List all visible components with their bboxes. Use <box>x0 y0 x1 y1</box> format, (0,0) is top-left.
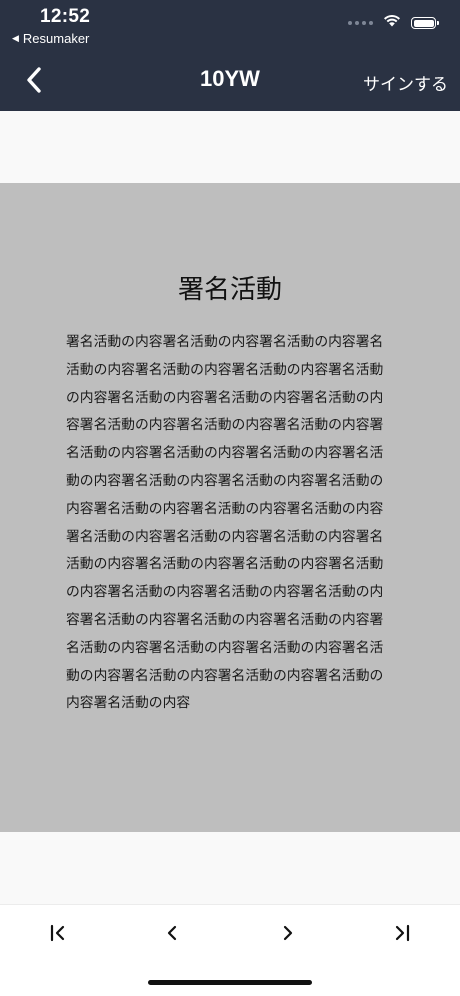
last-page-button[interactable] <box>382 919 422 947</box>
previous-page-button[interactable] <box>152 919 192 947</box>
document-body: 署名活動の内容署名活動の内容署名活動の内容署名活動の内容署名活動の内容署名活動の… <box>66 334 384 712</box>
home-indicator[interactable] <box>148 980 312 985</box>
status-icons <box>348 14 439 32</box>
document-page: 署名活動 署名活動の内容署名活動の内容署名活動の内容署名活動の内容署名活動の内容… <box>0 183 460 832</box>
screen: 12:52 ◀ Resumaker 10YW サインする 署名活動 署名活動の内… <box>0 0 460 996</box>
page-navigation-toolbar <box>0 904 460 996</box>
wifi-icon <box>383 14 401 32</box>
back-to-app-link[interactable]: ◀ Resumaker <box>12 31 89 46</box>
last-page-icon <box>395 924 410 942</box>
status-time: 12:52 <box>40 6 91 27</box>
sign-button[interactable]: サインする <box>363 70 448 95</box>
battery-icon <box>411 17 439 29</box>
signal-dots-icon <box>348 21 373 25</box>
previous-page-icon <box>167 925 177 941</box>
document-title: 署名活動 <box>177 275 282 305</box>
back-app-label: Resumaker <box>22 31 90 46</box>
next-page-icon <box>283 925 293 941</box>
first-page-button[interactable] <box>38 919 78 947</box>
header: 12:52 ◀ Resumaker 10YW サインする <box>0 0 460 111</box>
first-page-icon <box>50 924 65 942</box>
next-page-button[interactable] <box>268 919 308 947</box>
back-triangle-icon: ◀ <box>12 33 19 43</box>
